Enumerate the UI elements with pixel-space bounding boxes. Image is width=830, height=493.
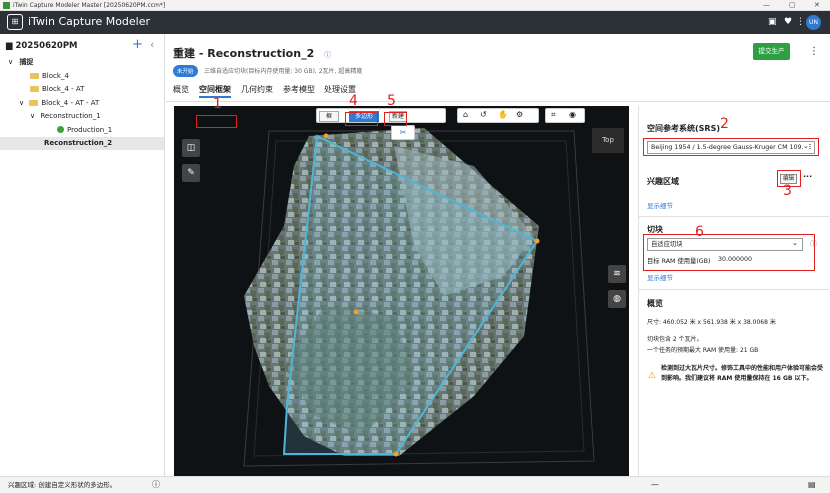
annotation-box-4 xyxy=(345,112,378,126)
more-options-icon[interactable]: ⋮ xyxy=(809,46,819,57)
folder-icon xyxy=(30,72,39,79)
tiling-show-details-link[interactable]: 显示细节 xyxy=(647,272,673,282)
tree-item-block4-at-at[interactable]: ∨ Block_4 - AT - AT xyxy=(0,97,164,110)
srs-title: 空间参考系统(SRS) xyxy=(647,124,720,133)
app-icon xyxy=(3,2,10,9)
dimensions-text: 尺寸: 460.052 米 x 561.938 米 x 38.0068 米 xyxy=(647,319,776,326)
section-divider xyxy=(639,216,829,217)
annotation-box-2 xyxy=(643,138,819,156)
tree-item-block4[interactable]: Block_4 xyxy=(0,70,164,83)
top-view-cube[interactable]: Top xyxy=(592,128,624,153)
project-icon: ▆ xyxy=(6,41,13,51)
help-icon[interactable]: ⋮ xyxy=(796,17,805,27)
project-sidebar: ▆ 20250620PM + ‹ ∨ 捕捉 Block_4 Block_4 - … xyxy=(0,34,165,476)
window-titlebar: iTwin Capture Modeler Master [20250620PM… xyxy=(0,0,830,11)
tools-icon[interactable]: ✂ xyxy=(391,125,415,140)
minimize-button[interactable]: — xyxy=(763,0,770,11)
collapse-panel-icon[interactable]: — xyxy=(651,477,659,493)
layers-icon[interactable]: ≋ xyxy=(608,265,626,283)
check-circle-icon xyxy=(57,126,64,133)
fit-view-icon[interactable]: ⌗ xyxy=(551,110,556,120)
annotation-number-3: 3 xyxy=(783,183,792,199)
tab-overview[interactable]: 概览 xyxy=(173,84,189,95)
status-badge: 未开始 xyxy=(173,65,198,77)
page-title: 重建 - Reconstruction_2 ⓘ xyxy=(173,47,332,60)
chevron-down-icon[interactable]: ∨ xyxy=(8,58,13,66)
tile-count-text: 切块包含 2 个瓦片。 xyxy=(647,336,703,343)
user-avatar[interactable]: UN xyxy=(806,15,821,30)
info-icon[interactable]: ⓘ xyxy=(152,477,160,493)
tree-item-reconstruction2[interactable]: Reconstruction_2 xyxy=(0,137,164,150)
tab-geometry-constraints[interactable]: 几何约束 xyxy=(241,84,273,95)
app-name: iTwin Capture Modeler xyxy=(28,15,151,28)
roi-vertex-handle[interactable] xyxy=(323,133,329,139)
annotation-number-1: 1 xyxy=(213,96,222,112)
roi-title: 兴趣区域 xyxy=(647,177,679,186)
warning-icon: ⚠ xyxy=(648,371,657,381)
annotation-number-6: 6 xyxy=(695,224,704,240)
info-icon[interactable]: ⓘ xyxy=(324,51,331,59)
maximize-button[interactable]: ▢ xyxy=(789,0,796,11)
chevron-down-icon[interactable]: ∨ xyxy=(30,112,35,120)
folder-icon xyxy=(30,85,39,92)
status-text: 兴趣区域: 创建自定义形状的多边形。 xyxy=(8,481,117,489)
settings-icon[interactable]: ⚙ xyxy=(516,110,523,119)
project-title: ▆ 20250620PM xyxy=(6,41,78,51)
view-cube-icon[interactable]: ◫ xyxy=(182,139,200,157)
warning-text: 检测到过大瓦片尺寸。修饰工具中的性能和用户体验可能会受到影响。我们建议将 RAM… xyxy=(661,365,824,382)
add-icon[interactable]: + xyxy=(132,37,143,52)
close-button[interactable]: ✕ xyxy=(814,0,820,11)
panel-layout-icon[interactable]: ▤ xyxy=(808,477,816,493)
roi-show-details-link[interactable]: 显示细节 xyxy=(647,200,673,210)
roi-polygon[interactable] xyxy=(282,134,539,455)
tree-item-production1[interactable]: Production_1 xyxy=(0,124,164,137)
section-divider xyxy=(639,289,829,290)
properties-panel: 空间参考系统(SRS) 2 Beijing 1954 / 1.5-degree … xyxy=(638,106,829,479)
tree-item-reconstruction1[interactable]: ∨ Reconstruction_1 xyxy=(0,110,164,123)
annotation-box-5 xyxy=(384,112,407,126)
annotation-box-6 xyxy=(643,234,815,271)
visibility-eye-icon[interactable]: ◉ xyxy=(569,110,576,119)
home-icon[interactable]: ⌂ xyxy=(463,110,468,119)
job-summary: 三维自适应切块(目标内存使用量: 30 GB), 2瓦片, 超高精度 xyxy=(204,68,363,75)
3d-viewport[interactable]: 框 多边形 新建 ✂ ⌂ ↺ ✋ ⚙ ⌗ ◉ ◫ ✎ Top ≋ ◍ xyxy=(174,106,629,479)
status-bar: 兴趣区域: 创建自定义形状的多边形。 ⓘ — ▤ xyxy=(0,476,830,493)
window-title: iTwin Capture Modeler Master [20250620PM… xyxy=(13,2,166,9)
annotation-number-2: 2 xyxy=(720,116,729,132)
app-header: ⊞ iTwin Capture Modeler ▣ ♥ ⋮ UN xyxy=(0,11,830,34)
view-toolbar: ⌗ ◉ xyxy=(545,108,585,123)
pan-hand-icon[interactable]: ✋ xyxy=(498,110,508,119)
ram-estimate-text: 一个任务的预期最大 RAM 使用量: 21 GB xyxy=(647,347,759,354)
roi-vertex-handle[interactable] xyxy=(393,451,399,457)
rotate-icon[interactable]: ↺ xyxy=(480,110,487,119)
folder-icon xyxy=(29,99,39,106)
tree-item-block4-at[interactable]: Block_4 - AT xyxy=(0,83,164,96)
roi-shape-toolbar: 框 多边形 新建 xyxy=(316,108,446,123)
itwin-logo-icon: ⊞ xyxy=(7,14,23,30)
overview-title: 概览 xyxy=(647,299,663,308)
annotation-number-5: 5 xyxy=(387,93,396,109)
roi-vertex-handle[interactable] xyxy=(534,238,540,244)
submit-production-button[interactable]: 提交生产 xyxy=(753,43,790,60)
main-content: 重建 - Reconstruction_2 ⓘ 未开始 三维自适应切块(目标内存… xyxy=(166,34,830,479)
pencil-icon[interactable]: ✎ xyxy=(182,164,200,182)
annotation-number-4: 4 xyxy=(349,93,358,109)
collapse-sidebar-icon[interactable]: ‹ xyxy=(150,38,154,51)
globe-icon[interactable]: ◍ xyxy=(608,290,626,308)
monitor-icon[interactable]: ▣ xyxy=(768,17,777,27)
box-mode-button[interactable]: 框 xyxy=(319,111,339,122)
tree-item-capture[interactable]: ∨ 捕捉 xyxy=(0,56,164,69)
tab-reference-model[interactable]: 参考模型 xyxy=(283,84,315,95)
chevron-down-icon[interactable]: ∨ xyxy=(19,99,24,107)
lightbulb-icon[interactable]: ♥ xyxy=(784,17,792,27)
tab-divider xyxy=(166,101,830,102)
roi-vertex-handle[interactable] xyxy=(353,309,359,315)
roi-more-icon[interactable]: ··· xyxy=(803,172,812,181)
navigation-toolbar: ⌂ ↺ ✋ ⚙ xyxy=(457,108,539,123)
point-cloud-canvas[interactable] xyxy=(174,106,629,479)
annotation-box-1 xyxy=(196,115,237,128)
